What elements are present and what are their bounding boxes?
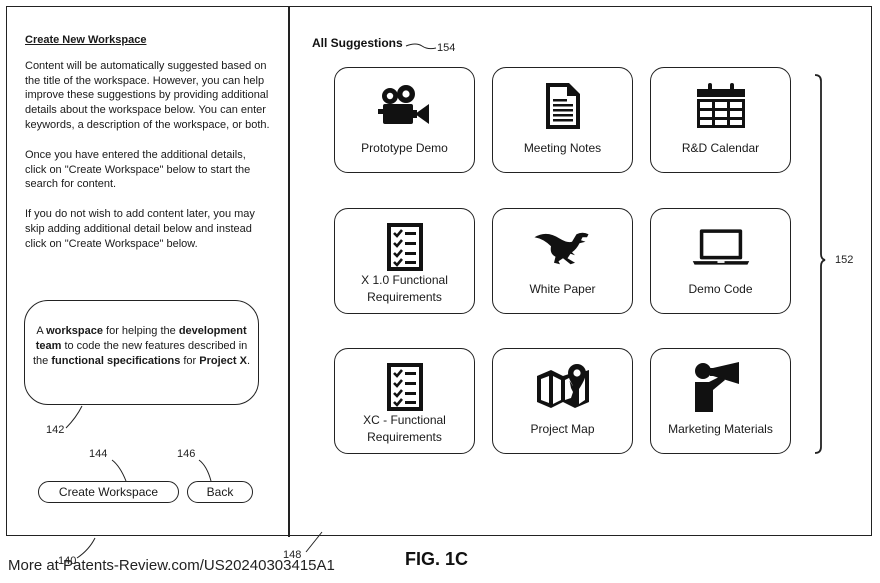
- suggestion-card-label: X 1.0 Functional Requirements: [361, 273, 448, 304]
- back-button[interactable]: Back: [187, 481, 253, 503]
- text-segment: .: [246, 355, 251, 367]
- create-workspace-panel: Create New Workspace Content will be aut…: [25, 33, 270, 267]
- suggestion-card[interactable]: Prototype Demo: [334, 67, 475, 173]
- description-text: A workspace for helping the development …: [31, 324, 252, 369]
- bold-keyword: functional specifications: [51, 355, 181, 367]
- suggestion-card[interactable]: X 1.0 Functional Requirements: [334, 208, 475, 314]
- checklist-icon: [375, 363, 435, 411]
- instruction-paragraph: Once you have entered the additional det…: [25, 148, 251, 191]
- document-icon: [533, 82, 593, 130]
- dinosaur-icon: [533, 223, 593, 271]
- workspace-description-input[interactable]: A workspace for helping the development …: [24, 300, 259, 405]
- suggestion-card[interactable]: Marketing Materials: [650, 348, 791, 454]
- megaphone-person-icon: [691, 362, 751, 412]
- suggestions-title: All Suggestions: [312, 36, 403, 50]
- text-segment: for: [180, 355, 200, 367]
- suggestion-card[interactable]: Meeting Notes: [492, 67, 633, 173]
- suggestion-card[interactable]: R&D Calendar: [650, 67, 791, 173]
- ref-numeral-back: 146: [177, 448, 196, 460]
- ref-numeral-section-title: 154: [437, 42, 456, 54]
- suggestion-card-label: Prototype Demo: [361, 140, 448, 155]
- checklist-icon: [375, 223, 435, 271]
- ref-numeral-card-group: 152: [835, 254, 854, 266]
- instruction-paragraph: If you do not wish to add content later,…: [25, 208, 255, 250]
- suggestion-card-label: Demo Code: [688, 281, 753, 296]
- suggestion-card-label: Marketing Materials: [668, 421, 773, 436]
- suggestion-card[interactable]: White Paper: [492, 208, 633, 314]
- suggestion-card-label: Meeting Notes: [523, 140, 602, 155]
- figure-label: FIG. 1C: [405, 549, 469, 569]
- ref-numeral-create: 144: [89, 448, 108, 460]
- map-pin-icon: [533, 363, 593, 411]
- suggestion-card-label: Project Map: [530, 421, 595, 436]
- suggestion-card-label: XC - Functional Requirements: [363, 413, 446, 444]
- panel-title: Create New Workspace: [25, 34, 147, 46]
- suggestion-card-label: White Paper: [529, 281, 596, 296]
- suggestion-card-label: R&D Calendar: [681, 140, 760, 155]
- bold-keyword: Project X: [199, 355, 247, 367]
- suggestion-card[interactable]: Demo Code: [650, 208, 791, 314]
- panel-divider: [288, 6, 290, 537]
- movie-camera-icon: [375, 82, 435, 130]
- calendar-icon: [691, 82, 751, 130]
- watermark: More at Patents-Review.com/US20240303415…: [8, 557, 335, 574]
- suggestion-card[interactable]: XC - Functional Requirements: [334, 348, 475, 454]
- text-segment: for helping the: [102, 325, 179, 337]
- text-segment: A: [36, 325, 47, 337]
- suggestion-card[interactable]: Project Map: [492, 348, 633, 454]
- laptop-icon: [691, 223, 751, 271]
- create-workspace-button[interactable]: Create Workspace: [38, 481, 179, 503]
- instruction-paragraph: Content will be automatically suggested …: [25, 59, 270, 131]
- ref-numeral-bubble: 142: [46, 424, 65, 436]
- bold-keyword: workspace: [46, 325, 103, 337]
- leader-line: [76, 537, 96, 559]
